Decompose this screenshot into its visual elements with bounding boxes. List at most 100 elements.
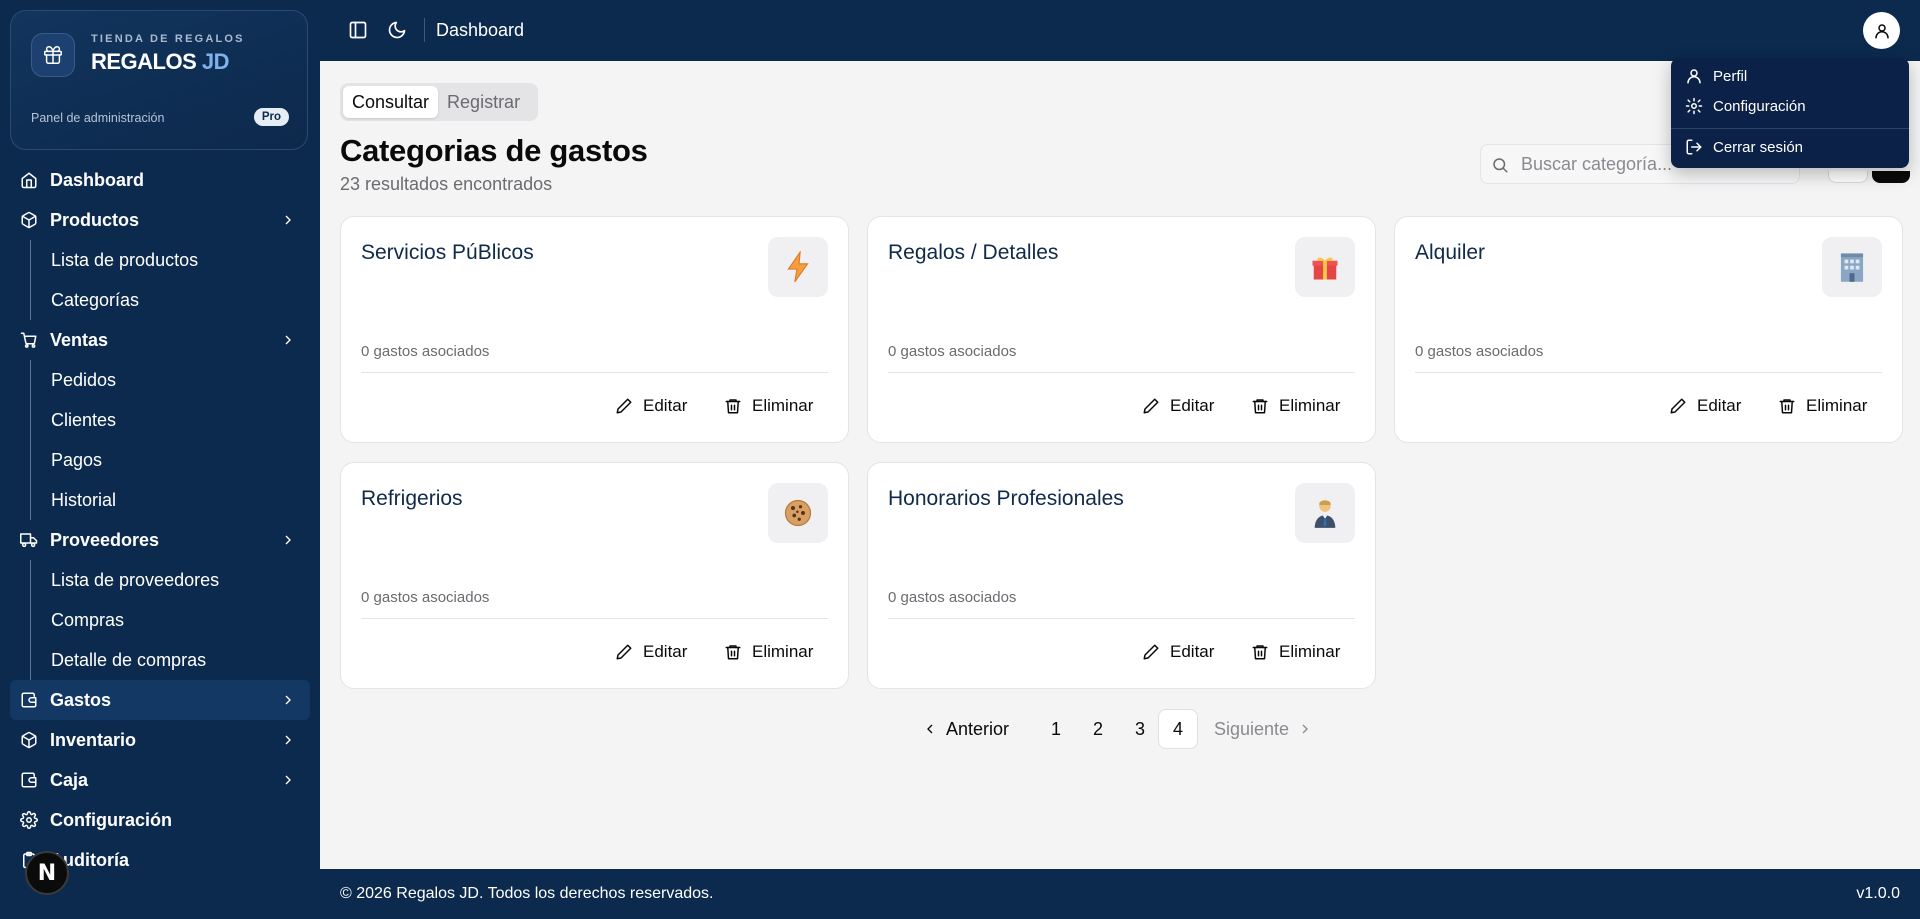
trash-icon (1779, 399, 1795, 414)
delete-button[interactable]: Eliminar (1251, 637, 1340, 667)
sidebar-subitem-compras[interactable]: Compras (31, 600, 320, 640)
sidebar-item-caja[interactable]: Caja (0, 760, 320, 800)
page-1-button[interactable]: 1 (1046, 709, 1066, 749)
submenu-productos: Lista de productos Categorías (30, 240, 320, 320)
view-tabs: Consultar Registrar (340, 83, 538, 121)
sidebar-item-dashboard[interactable]: Dashboard (0, 160, 320, 200)
page-title: Categorias de gastos (340, 133, 648, 168)
sidebar-item-ventas[interactable]: Ventas (0, 320, 320, 360)
card-divider (888, 372, 1355, 373)
wallet-icon (21, 772, 37, 788)
sidebar-subitem-detalle-compras[interactable]: Detalle de compras (31, 640, 320, 680)
edit-button[interactable]: Editar (615, 391, 687, 421)
delete-button[interactable]: Eliminar (1251, 391, 1340, 421)
page-3-button[interactable]: 3 (1130, 709, 1150, 749)
sidebar-subitem-historial[interactable]: Historial (31, 480, 320, 520)
user-icon (1874, 23, 1889, 38)
page-2-button[interactable]: 2 (1088, 709, 1108, 749)
delete-button[interactable]: Eliminar (724, 637, 813, 667)
chevron-right-icon (285, 735, 291, 745)
card-title: Honorarios Profesionales (888, 487, 1124, 510)
category-card: Regalos / Detalles 0 gastos asociados Ed… (867, 216, 1376, 443)
moon-icon[interactable] (387, 20, 407, 40)
sidebar-toggle-icon[interactable] (348, 20, 368, 40)
grid-view-button[interactable] (1872, 171, 1910, 183)
list-view-button[interactable] (1828, 171, 1868, 183)
gift-icon (1295, 237, 1355, 297)
tab-consultar[interactable]: Consultar (343, 86, 439, 118)
submenu-proveedores: Lista de proveedores Compras Detalle de … (30, 560, 320, 680)
pro-badge: Pro (253, 108, 289, 126)
card-title: Regalos / Detalles (888, 241, 1059, 264)
pagination: Anterior 1 2 3 4 Siguiente (320, 709, 1920, 749)
cart-icon (20, 332, 37, 348)
card-divider (888, 618, 1355, 619)
truck-icon (20, 533, 38, 548)
user-avatar-button[interactable] (1863, 12, 1900, 49)
gear-icon (1685, 97, 1703, 115)
card-count: 0 gastos asociados (888, 589, 1017, 606)
sidebar-subitem-lista-proveedores[interactable]: Lista de proveedores (31, 560, 320, 600)
copyright-text: © 2026 Regalos JD. Todos los derechos re… (340, 885, 714, 902)
card-title: Alquiler (1415, 241, 1486, 264)
pencil-icon (1143, 398, 1159, 414)
trash-icon (1252, 399, 1268, 414)
sidebar-item-productos[interactable]: Productos (0, 200, 320, 240)
chevron-right-icon (285, 535, 291, 545)
sidebar-subitem-categorias[interactable]: Categorías (31, 280, 320, 320)
card-count: 0 gastos asociados (1415, 343, 1544, 360)
topbar: Dashboard (320, 0, 1920, 61)
card-divider (361, 618, 828, 619)
card-title: Servicios PúBlicos (361, 241, 534, 264)
gear-icon (20, 811, 38, 829)
next-dev-badge[interactable]: N (25, 851, 69, 895)
menu-divider (1671, 128, 1909, 129)
previous-page-button[interactable]: Anterior (922, 709, 1009, 749)
category-card: Alquiler 0 gastos asociados Editar Elimi… (1394, 216, 1903, 443)
gift-icon (31, 33, 75, 77)
edit-button[interactable]: Editar (615, 637, 687, 667)
chevron-right-icon (1302, 724, 1309, 734)
delete-label: Eliminar (752, 642, 814, 661)
delete-button[interactable]: Eliminar (1778, 391, 1867, 421)
edit-label: Editar (1170, 396, 1215, 415)
sidebar-item-configuracion[interactable]: Configuración (0, 800, 320, 840)
tab-registrar[interactable]: Registrar (438, 86, 529, 118)
delete-label: Eliminar (1806, 396, 1868, 415)
logout-icon (1686, 139, 1702, 155)
user-menu: Perfil Configuración Cerrar sesión (1671, 58, 1909, 168)
category-card: Honorarios Profesionales 0 gastos asocia… (867, 462, 1376, 689)
menu-item-settings[interactable]: Configuración (1685, 97, 1806, 115)
sidebar-subitem-pedidos[interactable]: Pedidos (31, 360, 320, 400)
sidebar-item-proveedores[interactable]: Proveedores (0, 520, 320, 560)
card-title: Refrigerios (361, 487, 463, 510)
brand-subtitle: TIENDA DE REGALOS (91, 33, 245, 45)
card-count: 0 gastos asociados (888, 343, 1017, 360)
delete-button[interactable]: Eliminar (724, 391, 813, 421)
sidebar-subitem-pagos[interactable]: Pagos (31, 440, 320, 480)
menu-item-label: Configuración (1713, 97, 1806, 115)
edit-button[interactable]: Editar (1142, 637, 1214, 667)
menu-item-profile[interactable]: Perfil (1685, 67, 1747, 85)
next-page-button[interactable]: Siguiente (1214, 709, 1313, 749)
sidebar-item-gastos[interactable]: Gastos (10, 680, 310, 720)
edit-button[interactable]: Editar (1142, 391, 1214, 421)
trash-icon (725, 645, 741, 660)
office-building-icon (1822, 237, 1882, 297)
edit-button[interactable]: Editar (1669, 391, 1741, 421)
sidebar-subitem-clientes[interactable]: Clientes (31, 400, 320, 440)
brand-name-accent: JD (201, 49, 230, 74)
trash-icon (1252, 645, 1268, 660)
chevron-right-icon (285, 695, 291, 705)
topbar-divider (424, 18, 425, 42)
page-4-button[interactable]: 4 (1158, 709, 1198, 749)
card-count: 0 gastos asociados (361, 343, 490, 360)
edit-label: Editar (1697, 396, 1742, 415)
card-divider (361, 372, 828, 373)
wallet-icon (21, 692, 37, 708)
sidebar-subitem-lista-productos[interactable]: Lista de productos (31, 240, 320, 280)
menu-item-logout[interactable]: Cerrar sesión (1685, 138, 1803, 156)
chevron-right-icon (285, 335, 291, 345)
pencil-icon (1670, 398, 1686, 414)
sidebar-item-inventario[interactable]: Inventario (0, 720, 320, 760)
